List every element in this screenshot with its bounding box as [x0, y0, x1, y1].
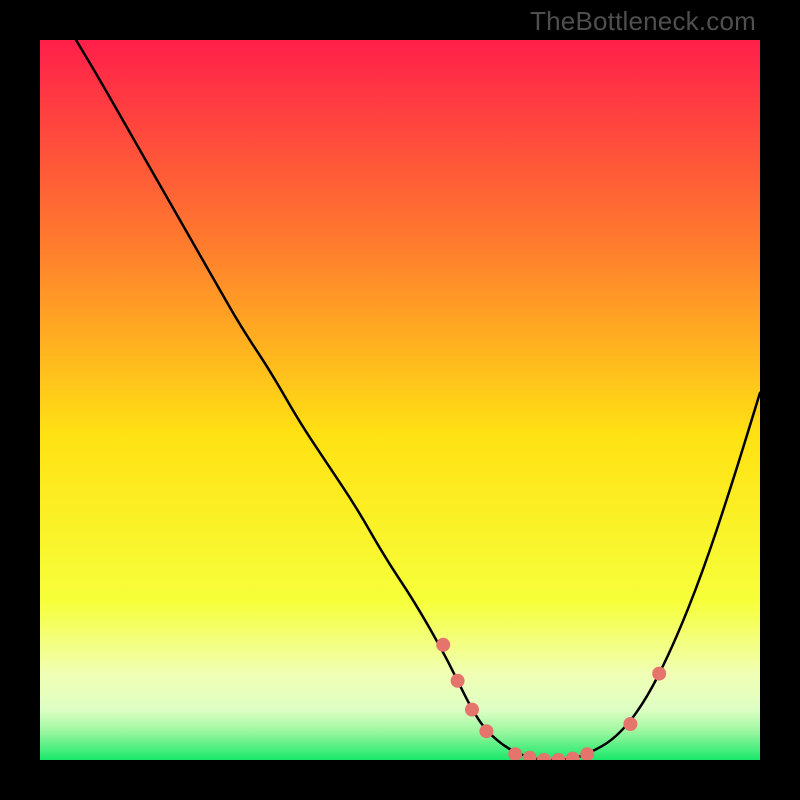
data-point-dot	[537, 753, 551, 760]
data-point-dot	[451, 674, 465, 688]
watermark-text: TheBottleneck.com	[530, 6, 756, 37]
chart-frame: TheBottleneck.com	[0, 0, 800, 800]
data-point-dot	[623, 717, 637, 731]
data-point-dot	[551, 753, 565, 760]
data-point-dot	[465, 703, 479, 717]
data-point-dot	[436, 638, 450, 652]
data-point-dot	[566, 752, 580, 760]
bottleneck-curve	[40, 40, 760, 760]
data-point-dot	[479, 724, 493, 738]
data-point-dot	[652, 667, 666, 681]
data-point-dot	[580, 747, 594, 760]
data-point-dot	[523, 751, 537, 760]
plot-area	[40, 40, 760, 760]
